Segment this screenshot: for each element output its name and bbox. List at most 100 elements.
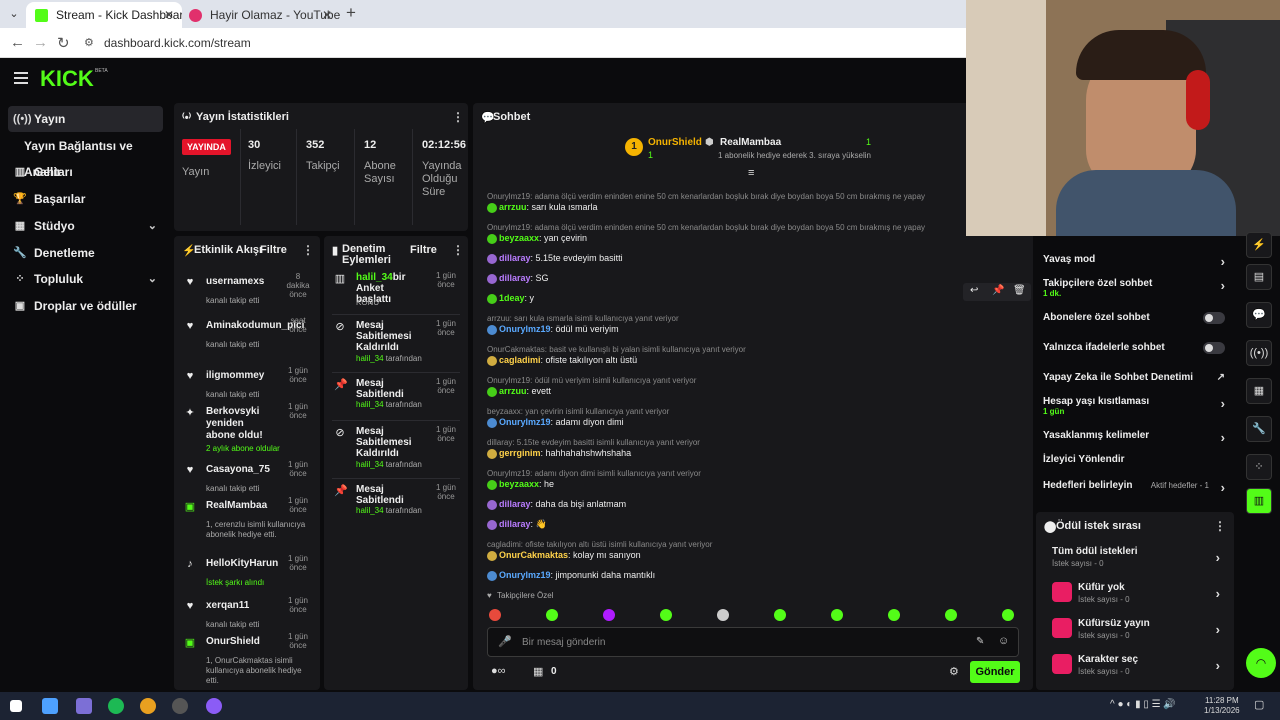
new-tab-icon[interactable]: +: [346, 3, 356, 23]
expand-icon[interactable]: ≡: [748, 167, 754, 179]
emote-icon[interactable]: [774, 609, 786, 621]
translate-icon[interactable]: ✎: [976, 636, 984, 647]
more-options-icon[interactable]: ⋮: [452, 110, 464, 124]
chat-message[interactable]: OnurCakmaktas: kolay mı sanıyon: [487, 550, 641, 561]
more-options-icon[interactable]: ⋮: [1214, 519, 1226, 533]
windows-start-icon[interactable]: [10, 700, 22, 712]
sidebar-item-6[interactable]: ⁘ Topluluk ⌄: [8, 266, 163, 292]
chat-username[interactable]: arrzuu: [499, 386, 527, 396]
setting-0[interactable]: Yavaş mod ›: [1043, 254, 1233, 269]
emote-icon[interactable]: [717, 609, 729, 621]
activity-name[interactable]: xerqan11: [206, 600, 286, 612]
more-options-icon[interactable]: ⋮: [452, 243, 464, 257]
chat-message[interactable]: dillaray: 5.15te evdeyim basitti: [487, 253, 623, 264]
pin-icon[interactable]: 📌: [992, 285, 1004, 296]
mod-user[interactable]: halil_34: [356, 460, 384, 469]
mod-action-title[interactable]: Mesaj Sabitlemesi Kaldırıldı: [356, 426, 418, 459]
mod-action-title[interactable]: Mesaj Sabitlendi: [356, 484, 418, 506]
sidebar-item-0[interactable]: ((•)) Yayın: [8, 106, 163, 132]
chevron-down-icon[interactable]: ⌄: [148, 213, 157, 239]
community-icon[interactable]: ⁘: [1246, 454, 1272, 480]
system-tray-icons[interactable]: ^ ● ◐ ▮ ▯ ☰ 🔊: [1110, 699, 1176, 710]
chat-username[interactable]: gerrginim: [499, 448, 541, 458]
send-button[interactable]: Gönder: [970, 661, 1020, 683]
setting-3[interactable]: Yalnızca ifadelerle sohbet: [1043, 342, 1233, 354]
reply-icon[interactable]: ↩: [970, 285, 978, 296]
activity-name[interactable]: Aminakodumun_pici: [206, 320, 304, 332]
top-gifter-1[interactable]: OnurShield: [648, 137, 702, 148]
chat-message[interactable]: beyzaaxx: yan çevirin: [487, 233, 587, 244]
chevron-right-icon[interactable]: ›: [1216, 622, 1220, 637]
emote-icon[interactable]: [546, 609, 558, 621]
emote-icon[interactable]: [1002, 609, 1014, 621]
site-info-icon[interactable]: ⚙: [84, 36, 94, 49]
activity-name[interactable]: usernamexs: [206, 276, 286, 288]
toggle-switch[interactable]: [1203, 312, 1225, 324]
emote-icon[interactable]: [945, 609, 957, 621]
chat-icon[interactable]: 💬: [1246, 302, 1272, 328]
taskbar-clock[interactable]: 11:28 PM 1/13/2026: [1204, 696, 1240, 716]
chevron-right-icon[interactable]: ›: [1221, 396, 1225, 411]
mod-user[interactable]: halil_34: [356, 272, 393, 283]
chevron-right-icon[interactable]: ›: [1216, 586, 1220, 601]
app-icon[interactable]: [76, 698, 92, 714]
chat-username[interactable]: OnurCakmaktas: [499, 550, 568, 560]
chat-username[interactable]: cagladimi: [499, 355, 541, 365]
chevron-right-icon[interactable]: ›: [1221, 480, 1225, 495]
help-chat-icon[interactable]: ◠: [1246, 648, 1276, 678]
top-gifter-2[interactable]: RealMambaa: [720, 137, 781, 148]
chat-username[interactable]: beyzaaxx: [499, 479, 539, 489]
toggle-switch[interactable]: [1203, 342, 1225, 354]
app-icon[interactable]: [172, 698, 188, 714]
store-icon[interactable]: ▦: [533, 665, 543, 678]
activity-name[interactable]: Berkovsyki yeniden abone oldu!: [206, 406, 270, 442]
chat-message[interactable]: Onurylmz19: ödül mü veriyim: [487, 324, 619, 335]
sidebar-item-3[interactable]: 🏆 Başarılar: [8, 186, 163, 212]
browser-tab-youtube[interactable]: Hayir Olamaz - YouTube M ✕: [180, 2, 340, 28]
chevron-right-icon[interactable]: ›: [1221, 430, 1225, 445]
emote-icon[interactable]: [831, 609, 843, 621]
setting-1[interactable]: Takipçilere özel sohbet 1 dk. ›: [1043, 278, 1233, 298]
sidebar-item-5[interactable]: 🔧 Denetleme: [8, 240, 163, 266]
forward-icon[interactable]: →: [33, 34, 48, 51]
activity-name[interactable]: OnurShield: [206, 636, 286, 648]
delete-icon[interactable]: 🗑: [1013, 285, 1026, 296]
mod-user[interactable]: halil_34: [356, 354, 384, 363]
close-tab-icon[interactable]: ✕: [322, 2, 332, 28]
external-link-icon[interactable]: ↗: [1217, 372, 1225, 383]
chevron-down-icon[interactable]: ⌄: [148, 266, 157, 292]
reload-icon[interactable]: ↻: [57, 34, 70, 52]
mod-action-title[interactable]: Mesaj Sabitlemesi Kaldırıldı: [356, 320, 418, 353]
chat-username[interactable]: arrzuu: [499, 202, 527, 212]
chevron-right-icon[interactable]: ›: [1221, 278, 1225, 293]
activity-name[interactable]: iligmommey: [206, 370, 286, 382]
more-options-icon[interactable]: ⋮: [302, 243, 314, 257]
emote-icon[interactable]: [888, 609, 900, 621]
broadcast-icon[interactable]: ((•)): [1246, 340, 1272, 366]
chat-message[interactable]: dillaray: SG: [487, 273, 549, 284]
emote-icon[interactable]: [489, 609, 501, 621]
sidebar-item-2[interactable]: ▥ Gelir: [8, 159, 163, 185]
sidebar-item-4[interactable]: ▦ Stüdyo ⌄: [8, 213, 163, 239]
chat-message[interactable]: beyzaaxx: he: [487, 479, 554, 490]
kick-logo[interactable]: KICK: [40, 66, 94, 92]
activity-filter-button[interactable]: Filtre: [260, 244, 287, 256]
mod-user[interactable]: halil_34: [356, 506, 384, 515]
tab-search-icon[interactable]: ⌄: [6, 6, 22, 22]
setting-8[interactable]: Hedefleri belirleyin Aktif hedefler - 1 ›: [1043, 480, 1233, 495]
hamburger-menu-icon[interactable]: [14, 72, 28, 84]
clipboard-icon[interactable]: ▤: [1246, 264, 1272, 290]
emoji-picker-icon[interactable]: ☺: [998, 635, 1009, 647]
chat-settings-icon[interactable]: ⚙: [949, 665, 959, 678]
chat-message[interactable]: arrzuu: evett: [487, 386, 551, 397]
chevron-right-icon[interactable]: ›: [1216, 658, 1220, 673]
chat-input[interactable]: 🎤 Bir mesaj gönderin ✎ ☺: [487, 627, 1019, 657]
setting-5[interactable]: Hesap yaşı kısıtlaması 1 gün ›: [1043, 396, 1233, 416]
emote-icon[interactable]: [603, 609, 615, 621]
chat-username[interactable]: Onurylmz19: [499, 417, 551, 427]
setting-7[interactable]: İzleyici Yönlendir: [1043, 454, 1233, 465]
app-icon[interactable]: [206, 698, 222, 714]
wrench-icon[interactable]: 🔧: [1246, 416, 1272, 442]
reward-item-0[interactable]: Tüm ödül istekleri İstek sayısı - 0 ›: [1052, 546, 1226, 568]
notifications-icon[interactable]: ▢: [1254, 698, 1264, 711]
